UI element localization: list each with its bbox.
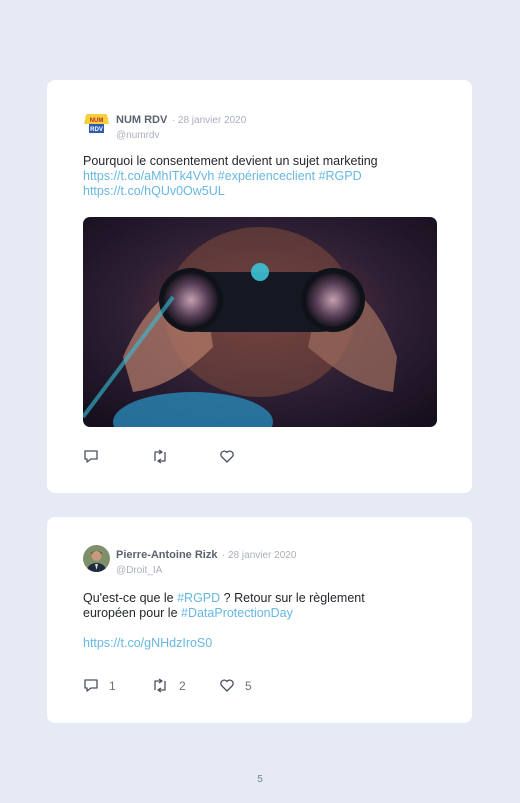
retweet-icon [154,449,166,464]
svg-text:NUM: NUM [90,118,104,124]
tweet-text-part: ? Retour sur le règlement [220,591,365,605]
tweet-text: Qu'est-ce que le #RGPD ? Retour sur le r… [83,591,443,651]
tweet-text-part: européen pour le [83,606,181,620]
avatar[interactable]: NUM RDV [83,110,110,137]
tweet-link[interactable]: https://t.co/hQUv0Ow5UL [83,184,225,198]
tweet-media[interactable] [83,217,437,427]
hashtag-link[interactable]: #RGPD [177,591,220,605]
heart-icon [220,679,234,692]
svg-text:RDV: RDV [90,127,103,133]
avatar[interactable] [83,545,110,572]
author-name[interactable]: NUM RDV [116,114,167,126]
tweet-actions: 1 2 5 [83,678,287,693]
numrdv-logo-icon: NUM RDV [83,110,110,137]
like-button[interactable]: 5 [219,678,287,693]
tweet-card: NUM RDV NUM RDV · 28 janvier 2020 @numrd… [47,80,472,493]
tweet-date: · 28 janvier 2020 [171,115,247,126]
author-handle[interactable]: @numrdv [116,130,246,141]
heart-icon [220,450,234,463]
hashtag-link[interactable]: #RGPD [319,169,362,183]
retweet-icon [154,678,166,693]
reply-button[interactable]: 1 [83,678,151,693]
binoculars-photo-icon [83,217,437,427]
retweet-button[interactable]: 2 [151,678,219,693]
author-name[interactable]: Pierre-Antoine Rizk [116,549,217,561]
retweet-button[interactable] [151,449,219,464]
retweet-count: 2 [179,678,186,693]
tweet-text-line: Pourquoi le consentement devient un suje… [83,154,378,168]
like-count: 5 [245,678,252,693]
reply-icon [84,450,98,463]
like-button[interactable] [219,449,287,464]
page-number: 5 [257,774,263,785]
reply-count: 1 [109,678,116,693]
reply-button[interactable] [83,449,151,464]
tweet-text-part: Qu'est-ce que le [83,591,178,605]
hashtag-link[interactable]: #DataProtectionDay [181,606,293,620]
tweet-actions [83,449,287,464]
tweet-link[interactable]: https://t.co/gNHdzIroS0 [83,636,212,650]
hashtag-link[interactable]: #expérienceclient [218,169,315,183]
tweet-card: Pierre-Antoine Rizk · 28 janvier 2020 @D… [47,517,472,723]
tweet-date: · 28 janvier 2020 [221,550,297,561]
tweet-text: Pourquoi le consentement devient un suje… [83,154,443,199]
reply-icon [84,679,98,692]
tweet-link[interactable]: https://t.co/aMhITk4Vvh [83,169,214,183]
profile-photo-icon [83,545,110,572]
author-handle[interactable]: @Droit_IA [116,565,296,576]
